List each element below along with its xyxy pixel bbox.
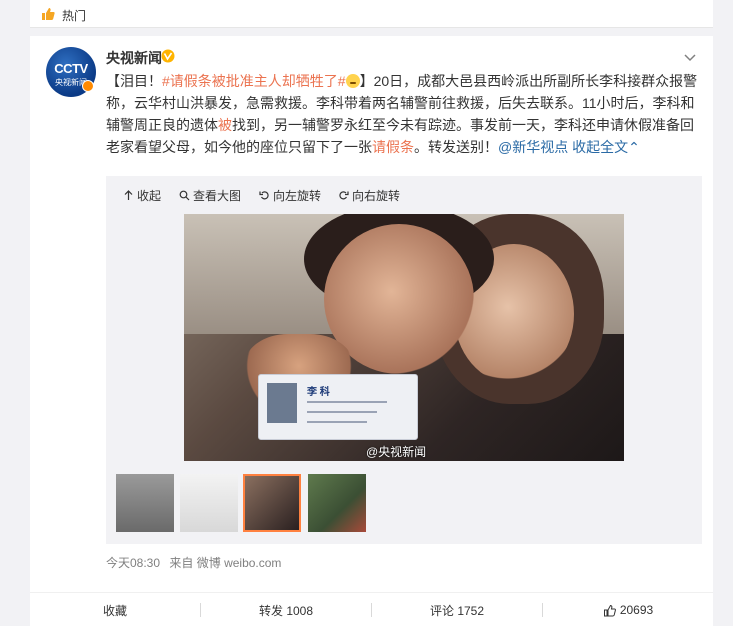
rotate-left-label: 向左旋转 [273,189,322,203]
collapse-label: 收起 [137,189,162,203]
action-bar: 收藏 转发 1008 评论 1752 20693 [30,592,713,626]
chevron-down-icon[interactable] [683,50,697,64]
chevron-up-icon[interactable]: ⌃ [628,139,640,155]
post-text: 【泪目！#请假条被批准主人却牺牲了# 】20日，成都大邑县西岭派出所副所长李科接群… [106,70,702,158]
comment-button[interactable]: 评论 1752 [372,593,542,626]
hot-label: 热门 [62,9,87,23]
nameplate-name: 李 科 [307,387,330,398]
mention-link[interactable]: @新华视点 [498,139,568,155]
thumbs-up-icon [42,8,55,20]
search-icon [179,190,190,201]
text-prefix: 【泪目！ [106,73,162,89]
verified-badge-icon [82,80,94,92]
media-box: 收起 查看大图 向左旋转 向右旋转 李 科 @央视新闻 [106,176,702,544]
view-large-label: 查看大图 [193,189,242,203]
nameplate-line [307,401,387,403]
weibo-post-card: CCTV 央视新闻 央视新闻 【泪目！#请假条被批准主人却牺牲了# 】20日，成都… [30,36,713,596]
comment-label: 评论 1752 [429,603,485,618]
nameplate-line [307,411,377,413]
rotate-left-icon [259,191,269,200]
nameplate-portrait [267,383,297,423]
avatar-logo: CCTV [54,61,88,76]
highlight-word-2: 请假条 [372,139,414,155]
like-button[interactable]: 20693 [543,593,713,626]
post-source[interactable]: 微博 weibo.com [197,556,282,570]
like-icon [603,604,616,616]
collapse-button[interactable]: 收起 [123,187,161,204]
hashtag-link[interactable]: #请假条被批准主人却牺牲了# [162,73,346,89]
author-name[interactable]: 央视新闻 [106,48,162,68]
like-count: 20693 [619,603,654,617]
verified-v-icon [161,49,175,63]
text-body-3: 。转发送别！ [414,139,498,155]
photo-nameplate: 李 科 [258,374,418,440]
rotate-right-label: 向右旋转 [352,189,401,203]
arrow-up-icon [124,190,133,200]
thumbnail-4[interactable] [308,474,366,532]
thumbnail-3-selected[interactable] [243,474,301,532]
rotate-right-icon [339,191,349,200]
thumbnail-2[interactable] [180,474,238,532]
post-time[interactable]: 今天08:30 [106,556,160,570]
thumbnail-1[interactable] [116,474,174,532]
media-toolbar: 收起 查看大图 向左旋转 向右旋转 [106,176,702,212]
repost-button[interactable]: 转发 1008 [201,593,371,626]
repost-label: 转发 1008 [258,603,314,618]
hot-header: 热门 [30,0,713,28]
photo-watermark: @央视新闻 [366,445,427,459]
nameplate-line [307,421,367,423]
highlight-word-1: 被 [218,117,232,133]
rotate-left-button[interactable]: 向左旋转 [259,187,321,204]
crying-emoji-icon [345,74,360,88]
post-meta: 今天08:30 来自 微博 weibo.com [106,554,281,571]
collapse-text-link[interactable]: 收起全文 [572,139,628,155]
source-label: 来自 [169,556,194,570]
favorite-button[interactable]: 收藏 [30,593,200,626]
view-large-button[interactable]: 查看大图 [179,187,241,204]
post-photo[interactable]: 李 科 @央视新闻 [184,214,624,461]
rotate-right-button[interactable]: 向右旋转 [338,187,400,204]
favorite-label: 收藏 [102,603,127,618]
